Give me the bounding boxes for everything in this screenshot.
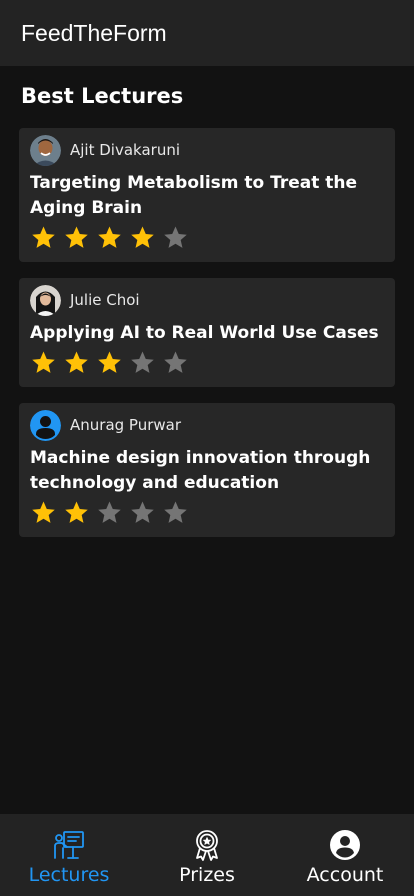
lecture-list: Ajit Divakaruni Targeting Metabolism to … xyxy=(19,128,395,553)
lecture-title: Applying AI to Real World Use Cases xyxy=(30,323,379,343)
star-empty-icon xyxy=(98,500,121,523)
author-row: Julie Choi xyxy=(30,284,384,316)
default-person-icon xyxy=(30,409,61,441)
star-filled-icon xyxy=(32,500,55,523)
nav-label: Lectures xyxy=(28,864,110,886)
star-rating xyxy=(30,222,384,252)
lecture-card[interactable]: Ajit Divakaruni Targeting Metabolism to … xyxy=(19,128,395,262)
nav-account[interactable]: Account xyxy=(276,814,414,896)
award-badge-icon xyxy=(196,830,218,861)
bottom-navigation: Lectures Prizes Account xyxy=(0,814,414,896)
lecture-presenter-icon xyxy=(54,831,84,859)
author-avatar xyxy=(30,284,61,316)
star-empty-icon xyxy=(164,500,187,523)
star-rating xyxy=(30,347,384,377)
lecture-card[interactable]: Julie Choi Applying AI to Real World Use… xyxy=(19,278,395,387)
star-rating xyxy=(30,497,384,527)
author-row: Ajit Divakaruni xyxy=(30,134,384,166)
account-circle-icon xyxy=(330,830,360,860)
section-title: Best Lectures xyxy=(21,84,184,108)
app-title: FeedTheForm xyxy=(21,19,167,46)
star-empty-icon xyxy=(164,225,187,248)
lecture-title: Machine design innovation through techno… xyxy=(30,448,371,493)
star-empty-icon xyxy=(164,350,187,373)
nav-prizes[interactable]: Prizes xyxy=(138,814,276,896)
lecture-title: Targeting Metabolism to Treat the Aging … xyxy=(30,173,358,218)
star-filled-icon xyxy=(98,225,121,248)
author-row: Anurag Purwar xyxy=(30,409,384,441)
star-filled-icon xyxy=(65,350,88,373)
star-filled-icon xyxy=(131,225,154,248)
star-filled-icon xyxy=(98,350,121,373)
star-filled-icon xyxy=(65,225,88,248)
author-name: Julie Choi xyxy=(70,291,140,309)
star-empty-icon xyxy=(131,500,154,523)
star-filled-icon xyxy=(65,500,88,523)
nav-label: Prizes xyxy=(179,864,235,886)
star-empty-icon xyxy=(131,350,154,373)
author-avatar xyxy=(30,134,61,166)
star-filled-icon xyxy=(32,225,55,248)
star-filled-icon xyxy=(32,350,55,373)
author-name: Ajit Divakaruni xyxy=(70,141,180,159)
nav-lectures[interactable]: Lectures xyxy=(0,814,138,896)
nav-label: Account xyxy=(306,864,384,886)
author-name: Anurag Purwar xyxy=(70,416,182,434)
app-bar: FeedTheForm xyxy=(0,0,414,66)
lecture-card[interactable]: Anurag Purwar Machine design innovation … xyxy=(19,403,395,537)
